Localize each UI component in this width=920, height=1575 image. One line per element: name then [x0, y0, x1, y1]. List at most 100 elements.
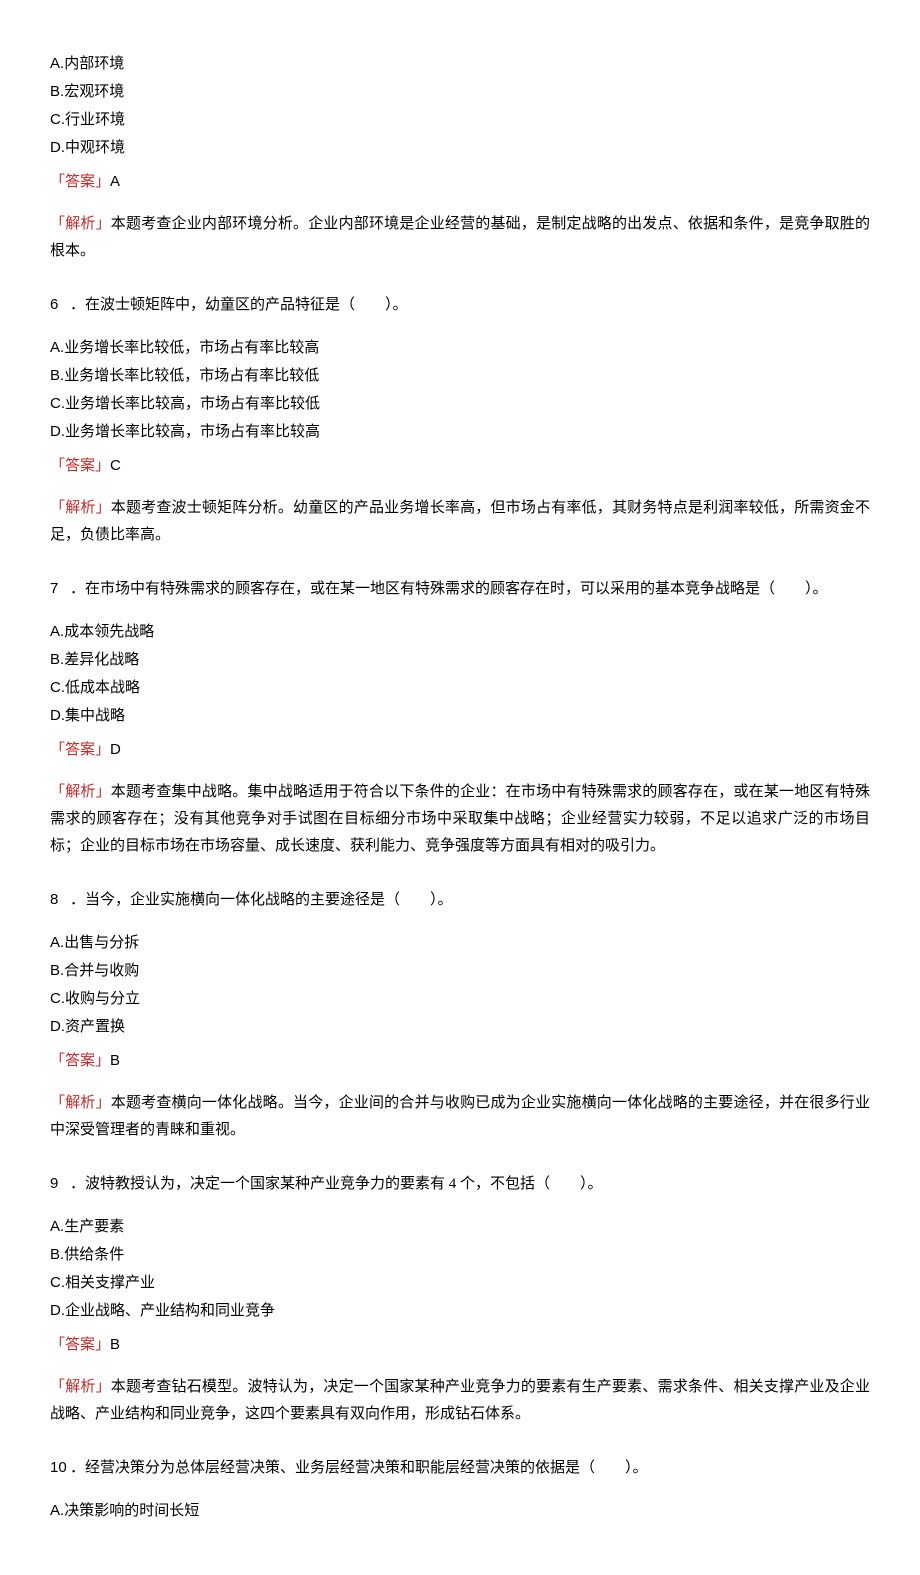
- stem-text: ．当今，企业实施横向一体化战略的主要途径是（ ）。: [70, 892, 453, 908]
- option-c: C.行业环境: [50, 106, 870, 134]
- question-8: 8．当今，企业实施横向一体化战略的主要途径是（ ）。 A.出售与分拆 B.合并与…: [50, 886, 870, 1144]
- option-label: D.: [50, 707, 65, 724]
- explain-label: 「解析」: [50, 1379, 111, 1395]
- option-text: 业务增长率比较低，市场占有率比较低: [64, 368, 319, 384]
- option-b: B.供给条件: [50, 1241, 870, 1269]
- answer-label: 「答案」: [50, 174, 110, 190]
- option-label: B.: [50, 83, 64, 100]
- option-label: C.: [50, 990, 65, 1007]
- option-text: 收购与分立: [65, 991, 140, 1007]
- explain-text: 本题考查波士顿矩阵分析。幼童区的产品业务增长率高，但市场占有率低，其财务特点是利…: [50, 500, 870, 543]
- stem-text: ．波特教授认为，决定一个国家某种产业竞争力的要素有 4 个，不包括（ ）。: [70, 1176, 603, 1192]
- explain-text: 本题考查钻石模型。波特认为，决定一个国家某种产业竞争力的要素有生产要素、需求条件…: [50, 1379, 870, 1422]
- explanation: 「解析」本题考查企业内部环境分析。企业内部环境是企业经营的基础，是制定战略的出发…: [50, 211, 870, 265]
- question-number: 9: [50, 1170, 70, 1197]
- option-text: 行业环境: [65, 112, 125, 128]
- answer-line: 「答案」B: [50, 1047, 870, 1075]
- explain-text: 本题考查横向一体化战略。当今，企业间的合并与收购已成为企业实施横向一体化战略的主…: [50, 1095, 870, 1138]
- option-a: A.业务增长率比较低，市场占有率比较高: [50, 334, 870, 362]
- option-label: D.: [50, 423, 65, 440]
- question-stem: 6．在波士顿矩阵中，幼童区的产品特征是（ ）。: [50, 291, 870, 319]
- answer-value: A: [110, 173, 120, 190]
- option-d: D.资产置换: [50, 1013, 870, 1041]
- option-text: 集中战略: [65, 708, 125, 724]
- option-text: 业务增长率比较高，市场占有率比较低: [65, 396, 320, 412]
- question-number: 6: [50, 291, 70, 318]
- answer-label: 「答案」: [50, 742, 110, 758]
- option-text: 低成本战略: [65, 680, 140, 696]
- option-label: B.: [50, 651, 64, 668]
- option-b: B.宏观环境: [50, 78, 870, 106]
- option-text: 中观环境: [65, 140, 125, 156]
- answer-value: B: [110, 1336, 120, 1353]
- explain-label: 「解析」: [50, 216, 111, 232]
- answer-line: 「答案」B: [50, 1331, 870, 1359]
- option-d: D.业务增长率比较高，市场占有率比较高: [50, 418, 870, 446]
- option-text: 企业战略、产业结构和同业竞争: [65, 1303, 275, 1319]
- question-stem: 10．经营决策分为总体层经营决策、业务层经营决策和职能层经营决策的依据是（ ）。: [50, 1454, 870, 1482]
- option-label: C.: [50, 679, 65, 696]
- option-d: D.企业战略、产业结构和同业竞争: [50, 1297, 870, 1325]
- option-label: A.: [50, 1502, 64, 1519]
- option-c: C.相关支撑产业: [50, 1269, 870, 1297]
- stem-text: ．在波士顿矩阵中，幼童区的产品特征是（ ）。: [70, 297, 408, 313]
- question-7: 7．在市场中有特殊需求的顾客存在，或在某一地区有特殊需求的顾客存在时，可以采用的…: [50, 575, 870, 860]
- option-text: 出售与分拆: [64, 935, 139, 951]
- question-stem: 7．在市场中有特殊需求的顾客存在，或在某一地区有特殊需求的顾客存在时，可以采用的…: [50, 575, 870, 603]
- option-label: D.: [50, 1302, 65, 1319]
- answer-value: B: [110, 1052, 120, 1069]
- stem-text: ．经营决策分为总体层经营决策、业务层经营决策和职能层经营决策的依据是（ ）。: [70, 1460, 648, 1476]
- option-c: C.收购与分立: [50, 985, 870, 1013]
- question-stem: 9．波特教授认为，决定一个国家某种产业竞争力的要素有 4 个，不包括（ ）。: [50, 1170, 870, 1198]
- explain-label: 「解析」: [50, 784, 111, 800]
- option-label: B.: [50, 962, 64, 979]
- explanation: 「解析」本题考查波士顿矩阵分析。幼童区的产品业务增长率高，但市场占有率低，其财务…: [50, 495, 870, 549]
- option-text: 供给条件: [64, 1247, 124, 1263]
- answer-line: 「答案」C: [50, 452, 870, 480]
- option-text: 宏观环境: [64, 84, 124, 100]
- answer-line: 「答案」A: [50, 168, 870, 196]
- option-b: B.业务增长率比较低，市场占有率比较低: [50, 362, 870, 390]
- option-label: D.: [50, 139, 65, 156]
- explain-text: 本题考查集中战略。集中战略适用于符合以下条件的企业：在市场中有特殊需求的顾客存在…: [50, 784, 870, 854]
- explanation: 「解析」本题考查集中战略。集中战略适用于符合以下条件的企业：在市场中有特殊需求的…: [50, 779, 870, 860]
- option-label: B.: [50, 1246, 64, 1263]
- option-text: 业务增长率比较低，市场占有率比较高: [64, 340, 319, 356]
- answer-label: 「答案」: [50, 1337, 110, 1353]
- option-text: 成本领先战略: [64, 624, 154, 640]
- option-label: B.: [50, 367, 64, 384]
- answer-line: 「答案」D: [50, 736, 870, 764]
- option-b: B.合并与收购: [50, 957, 870, 985]
- question-6: 6．在波士顿矩阵中，幼童区的产品特征是（ ）。 A.业务增长率比较低，市场占有率…: [50, 291, 870, 549]
- option-text: 业务增长率比较高，市场占有率比较高: [65, 424, 320, 440]
- question-number: 8: [50, 886, 70, 913]
- option-text: 决策影响的时间长短: [64, 1503, 199, 1519]
- answer-label: 「答案」: [50, 458, 110, 474]
- option-a: A.内部环境: [50, 50, 870, 78]
- option-text: 资产置换: [65, 1019, 125, 1035]
- option-c: C.低成本战略: [50, 674, 870, 702]
- question-stem: 8．当今，企业实施横向一体化战略的主要途径是（ ）。: [50, 886, 870, 914]
- option-d: D.集中战略: [50, 702, 870, 730]
- option-label: D.: [50, 1018, 65, 1035]
- option-label: A.: [50, 339, 64, 356]
- option-d: D.中观环境: [50, 134, 870, 162]
- option-label: C.: [50, 395, 65, 412]
- answer-value: C: [110, 457, 121, 474]
- question-number: 10: [50, 1454, 70, 1481]
- question-10-head: 10．经营决策分为总体层经营决策、业务层经营决策和职能层经营决策的依据是（ ）。…: [50, 1454, 870, 1525]
- option-label: C.: [50, 1274, 65, 1291]
- question-5-tail: A.内部环境 B.宏观环境 C.行业环境 D.中观环境 「答案」A 「解析」本题…: [50, 50, 870, 265]
- explanation: 「解析」本题考查横向一体化战略。当今，企业间的合并与收购已成为企业实施横向一体化…: [50, 1090, 870, 1144]
- option-text: 差异化战略: [64, 652, 139, 668]
- option-text: 生产要素: [64, 1219, 124, 1235]
- explain-label: 「解析」: [50, 500, 111, 516]
- option-label: A.: [50, 623, 64, 640]
- stem-text: ．在市场中有特殊需求的顾客存在，或在某一地区有特殊需求的顾客存在时，可以采用的基…: [70, 581, 828, 597]
- option-text: 合并与收购: [64, 963, 139, 979]
- option-label: A.: [50, 934, 64, 951]
- explain-label: 「解析」: [50, 1095, 111, 1111]
- option-label: C.: [50, 111, 65, 128]
- option-text: 内部环境: [64, 56, 124, 72]
- question-9: 9．波特教授认为，决定一个国家某种产业竞争力的要素有 4 个，不包括（ ）。 A…: [50, 1170, 870, 1428]
